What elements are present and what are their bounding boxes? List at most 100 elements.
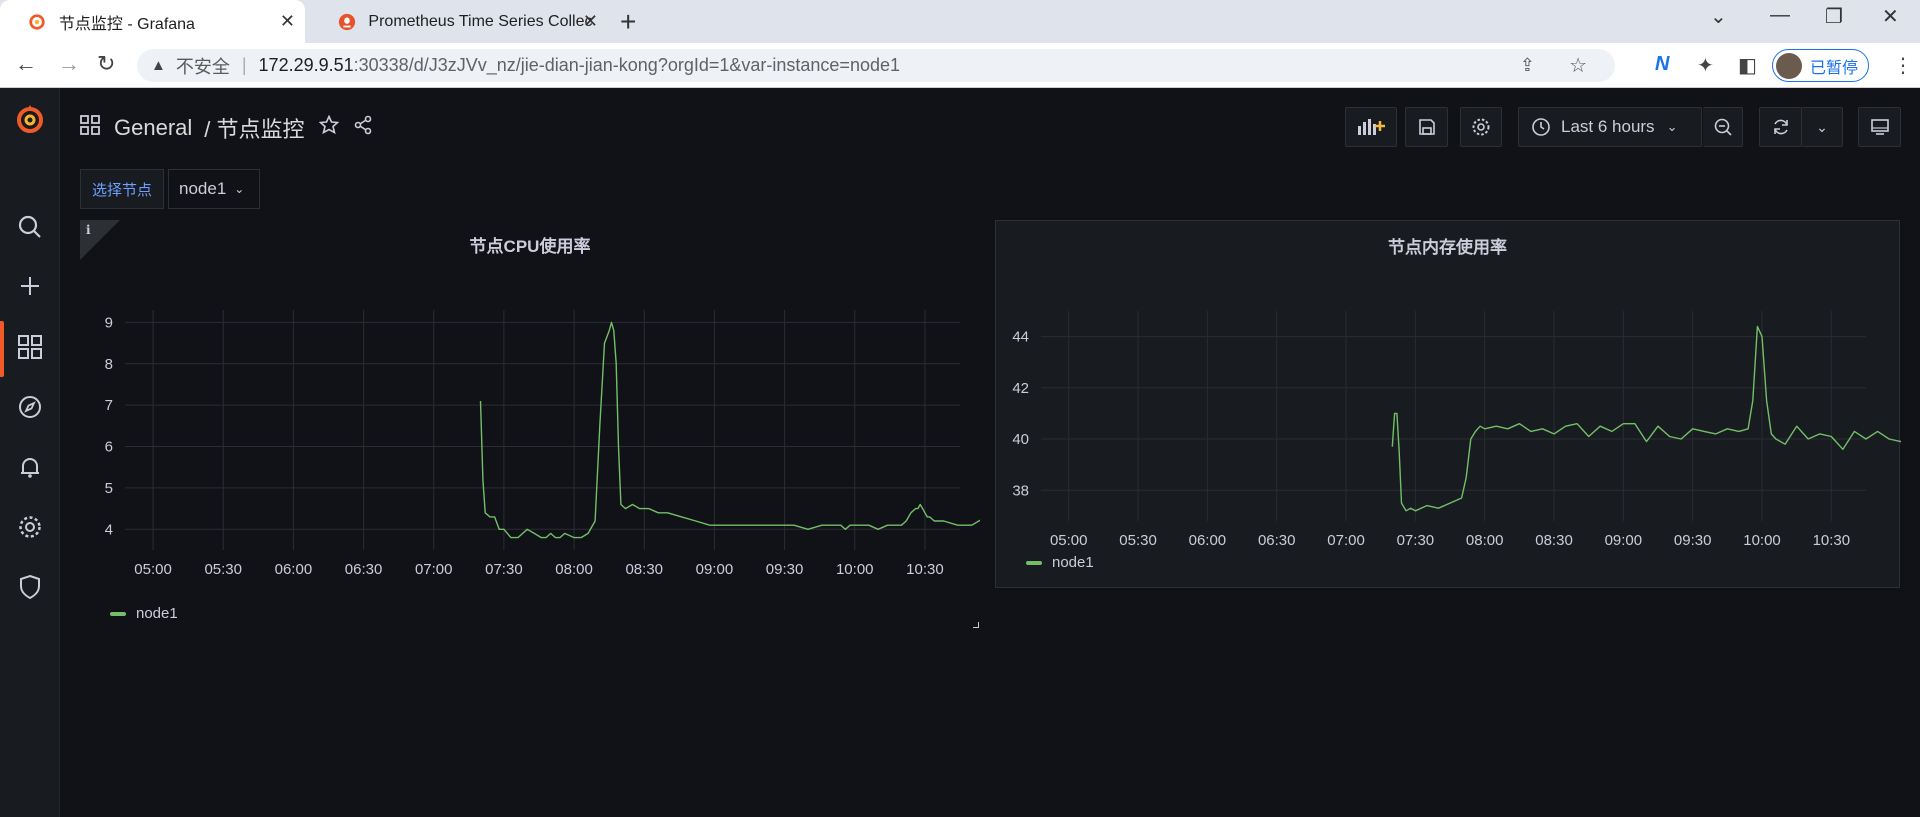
y-tick-label: 4 [105,521,113,538]
share-page-icon[interactable]: ⇪ [1520,55,1535,76]
x-tick-label: 08:30 [1535,532,1573,549]
dashboard-main: General / 节点监控 Last 6 hours ⌄ ⌄ 选择节点 nod… [60,88,1920,817]
x-tick-label: 05:00 [1050,532,1088,549]
profile-button[interactable]: 已暂停 [1772,49,1869,82]
create-plus-icon[interactable] [0,274,60,298]
x-tick-label: 07:00 [415,561,453,578]
forward-icon[interactable]: → [58,51,80,77]
refresh-button[interactable] [1759,107,1802,147]
clock-icon [1532,118,1550,136]
dashboard-grid-icon [80,115,100,141]
x-tick-label: 10:30 [906,561,944,578]
extension-n-icon[interactable]: N [1655,53,1669,76]
x-tick-label: 07:30 [1397,532,1435,549]
close-tab-icon[interactable]: ✕ [583,11,598,32]
legend-label: node1 [136,605,178,622]
alerting-bell-icon[interactable] [0,454,60,480]
bookmark-star-icon[interactable]: ☆ [1569,53,1587,78]
x-tick-label: 05:00 [134,561,172,578]
y-tick-label: 40 [1012,431,1029,448]
share-icon[interactable] [353,115,373,141]
new-tab-icon[interactable]: + [620,6,636,38]
search-icon[interactable] [0,214,60,240]
x-tick-label: 09:00 [696,561,734,578]
zoom-out-button[interactable] [1703,107,1743,147]
explore-compass-icon[interactable] [0,394,60,420]
address-bar[interactable]: ▲ 不安全 | 172.29.9.51 :30338/d/J3zJVv_nz/j… [137,49,1615,82]
x-tick-label: 06:00 [275,561,313,578]
cpu-chart[interactable]: 4 5 6 7 8 9 05:00 05:30 06:00 06:30 07:00 07:30 08:0… [80,220,980,580]
panel-cpu-usage[interactable]: i 节点CPU使用率 4 5 6 7 8 9 05:00 05:30 06:00 06:30 07:… [80,220,980,628]
refresh-interval-dropdown[interactable]: ⌄ [1802,107,1843,147]
time-range-picker[interactable]: Last 6 hours ⌄ [1518,107,1702,147]
tab-title: Prometheus Time Series Collec [368,12,593,30]
y-tick-label: 7 [105,397,113,414]
server-admin-shield-icon[interactable] [0,574,60,600]
panel-resize-handle[interactable] [973,622,979,628]
memory-chart[interactable]: 38 40 42 44 05:00 05:30 06:00 06:30 07:00 07:30 08… [996,221,1901,551]
x-tick-label: 09:00 [1605,532,1643,549]
tab-search-icon[interactable]: ⌄ [1710,4,1727,29]
x-tick-label: 09:30 [1674,532,1712,549]
legend-item[interactable]: node1 [1026,554,1094,571]
variable-label: 选择节点 [80,169,164,209]
url-host: 172.29.9.51 [258,55,354,75]
side-panel-icon[interactable]: ◧ [1738,53,1757,78]
legend-color-swatch [110,611,126,616]
y-tick-label: 5 [105,480,113,497]
save-dashboard-button[interactable] [1405,107,1448,147]
y-tick-label: 8 [105,356,113,373]
settings-button[interactable] [1460,107,1502,147]
breadcrumb: General / 节点监控 [80,112,373,144]
extensions-puzzle-icon[interactable]: ✦ [1697,53,1714,78]
variable-value: node1 [179,179,227,198]
dashboards-icon[interactable] [0,334,60,360]
close-tab-icon[interactable]: ✕ [280,11,295,32]
star-icon[interactable] [318,114,339,141]
variable-instance-select[interactable]: node1 ⌄ [168,169,260,209]
legend-item[interactable]: node1 [110,605,178,622]
chevron-down-icon: ⌄ [1666,119,1678,134]
add-panel-button[interactable] [1345,107,1397,147]
chevron-down-icon: ⌄ [234,182,245,196]
series-line-node1[interactable] [479,321,981,539]
configuration-gear-icon[interactable] [0,514,60,540]
back-icon[interactable]: ← [15,51,37,77]
grafana-logo-icon[interactable] [0,102,60,136]
page-title[interactable]: / 节点监控 [204,112,304,144]
minimize-icon[interactable]: — [1770,4,1790,27]
x-tick-label: 08:00 [555,561,593,578]
x-tick-label: 08:00 [1466,532,1504,549]
profile-label: 已暂停 [1810,59,1859,77]
maximize-icon[interactable]: ❐ [1825,4,1843,29]
reload-icon[interactable]: ↻ [97,51,115,77]
warning-icon[interactable]: ▲ [151,57,166,74]
x-tick-label: 08:30 [625,561,663,578]
tab-grafana[interactable]: 节点监控 - Grafana ✕ [0,0,305,43]
close-window-icon[interactable]: ✕ [1882,4,1899,29]
browser-menu-icon[interactable]: ⋮ [1893,53,1913,78]
y-tick-label: 6 [105,439,113,456]
url-path: :30338/d/J3zJVv_nz/jie-dian-jian-kong?or… [353,55,900,75]
y-tick-label: 44 [1012,329,1029,346]
y-tick-label: 42 [1012,380,1029,397]
legend-label: node1 [1052,554,1094,571]
x-tick-label: 10:30 [1813,532,1851,549]
browser-toolbar: ← → ↻ ▲ 不安全 | 172.29.9.51 :30338/d/J3zJV… [0,43,1920,88]
x-tick-label: 06:30 [345,561,383,578]
x-tick-label: 10:00 [836,561,874,578]
panel-memory-usage[interactable]: 节点内存使用率 38 40 42 44 05:00 05:30 06:00 06:30 07:0… [995,220,1901,588]
series-line-node1[interactable] [1391,325,1901,512]
time-range-label: Last 6 hours [1561,117,1655,136]
grafana-sidenav [0,88,60,817]
x-tick-label: 09:30 [766,561,804,578]
tab-prometheus[interactable]: Prometheus Time Series Collec ✕ [310,0,608,43]
legend-color-swatch [1026,560,1042,565]
chevron-down-icon: ⌄ [1816,118,1828,135]
x-tick-label: 10:00 [1743,532,1781,549]
y-tick-label: 9 [105,314,113,331]
grafana-favicon-icon [28,12,47,32]
tv-mode-button[interactable] [1858,107,1901,147]
breadcrumb-folder[interactable]: General [114,115,192,141]
x-tick-label: 07:00 [1327,532,1365,549]
